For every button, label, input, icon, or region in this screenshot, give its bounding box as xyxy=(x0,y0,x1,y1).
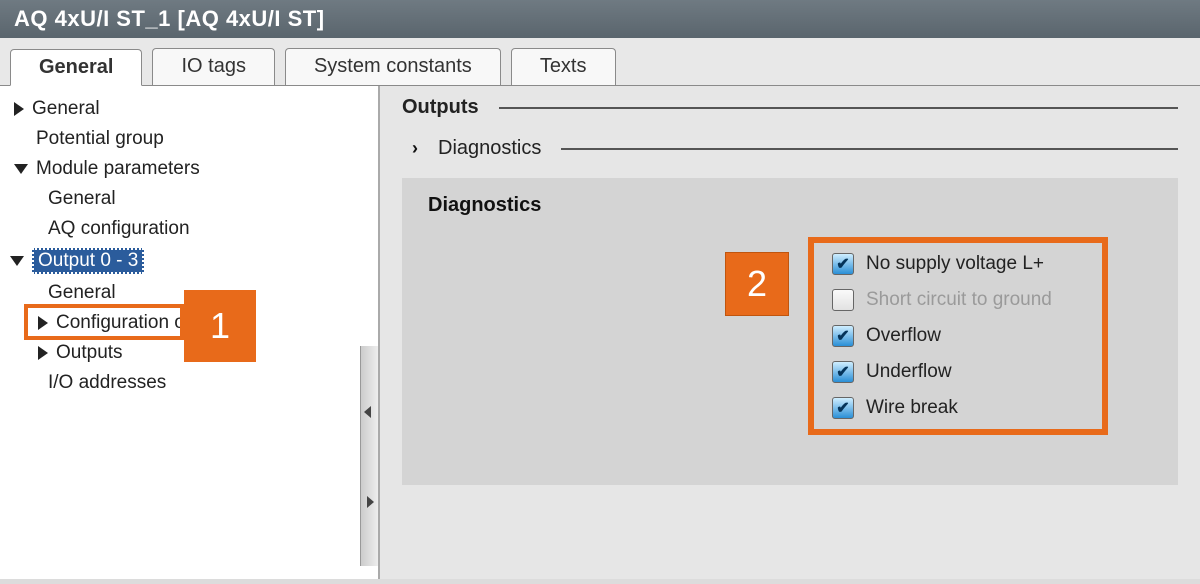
callout-2: 2 xyxy=(725,252,789,316)
check-label: Overflow xyxy=(866,325,941,347)
callout-1: 1 xyxy=(184,290,256,362)
splitter-right-icon xyxy=(367,496,374,508)
check-label: Underflow xyxy=(866,361,952,383)
splitter[interactable] xyxy=(360,346,378,566)
tree-label: Module parameters xyxy=(36,158,200,180)
heading-rule xyxy=(561,148,1178,150)
tab-general[interactable]: General xyxy=(10,49,142,86)
checkbox-icon[interactable]: ✔ xyxy=(832,397,854,419)
tree-label: General xyxy=(48,188,116,210)
chevron-right-icon: › xyxy=(412,138,418,159)
check-wire-break[interactable]: ✔ Wire break xyxy=(832,397,1084,419)
heading-diagnostics: Diagnostics xyxy=(438,137,541,160)
heading-rule xyxy=(499,107,1178,109)
checkbox-icon[interactable]: ✔ xyxy=(832,361,854,383)
tree-label-selected: Output 0 - 3 xyxy=(32,248,144,274)
outputs-heading: Outputs xyxy=(402,96,1178,119)
tree-label: I/O addresses xyxy=(48,372,166,394)
chevron-right-icon xyxy=(38,346,48,360)
chevron-down-icon xyxy=(10,256,24,266)
tree-output-0-3[interactable]: Output 0 - 3 xyxy=(0,244,378,278)
tree-label: General xyxy=(32,98,100,120)
chevron-right-icon xyxy=(14,102,24,116)
tab-bar: General IO tags System constants Texts xyxy=(0,38,1200,85)
tree-label: Potential group xyxy=(36,128,164,150)
check-label: Wire break xyxy=(866,397,958,419)
chevron-right-icon xyxy=(38,316,48,330)
window-title: AQ 4xU/I ST_1 [AQ 4xU/I ST] xyxy=(0,0,1200,38)
diagnostics-panel: Diagnostics 2 ✔ No supply voltage L+ ✔ S… xyxy=(402,178,1178,485)
diagnostics-title: Diagnostics xyxy=(428,194,1156,217)
check-label: Short circuit to ground xyxy=(866,289,1052,311)
tab-texts[interactable]: Texts xyxy=(511,48,616,85)
tree-potential-group[interactable]: Potential group xyxy=(0,124,378,154)
diagnostics-check-group: ✔ No supply voltage L+ ✔ Short circuit t… xyxy=(808,237,1108,435)
chevron-down-icon xyxy=(14,164,28,174)
tab-system-constants[interactable]: System constants xyxy=(285,48,501,85)
check-short-circuit: ✔ Short circuit to ground xyxy=(832,289,1084,311)
tree-module-parameters[interactable]: Module parameters xyxy=(0,154,378,184)
checkbox-icon[interactable]: ✔ xyxy=(832,325,854,347)
check-label: No supply voltage L+ xyxy=(866,253,1044,275)
main-panel: Outputs › Diagnostics Diagnostics 2 ✔ No… xyxy=(380,86,1200,579)
heading-outputs: Outputs xyxy=(402,96,479,119)
tree-mp-aq-config[interactable]: AQ configuration xyxy=(0,214,378,244)
check-overflow[interactable]: ✔ Overflow xyxy=(832,325,1084,347)
nav-tree: General Potential group Module parameter… xyxy=(0,86,380,579)
checkbox-icon[interactable]: ✔ xyxy=(832,253,854,275)
splitter-left-icon xyxy=(364,406,371,418)
checkbox-icon: ✔ xyxy=(832,289,854,311)
diagnostics-heading[interactable]: › Diagnostics xyxy=(412,137,1178,160)
tree-label: AQ configuration xyxy=(48,218,190,240)
check-no-supply[interactable]: ✔ No supply voltage L+ xyxy=(832,253,1084,275)
tab-io-tags[interactable]: IO tags xyxy=(152,48,274,85)
check-underflow[interactable]: ✔ Underflow xyxy=(832,361,1084,383)
tree-mp-general[interactable]: General xyxy=(0,184,378,214)
tree-label: Outputs xyxy=(56,342,123,364)
tree-general[interactable]: General xyxy=(0,94,378,124)
tree-out-io-addresses[interactable]: I/O addresses xyxy=(0,368,378,398)
tree-label: General xyxy=(48,282,116,304)
